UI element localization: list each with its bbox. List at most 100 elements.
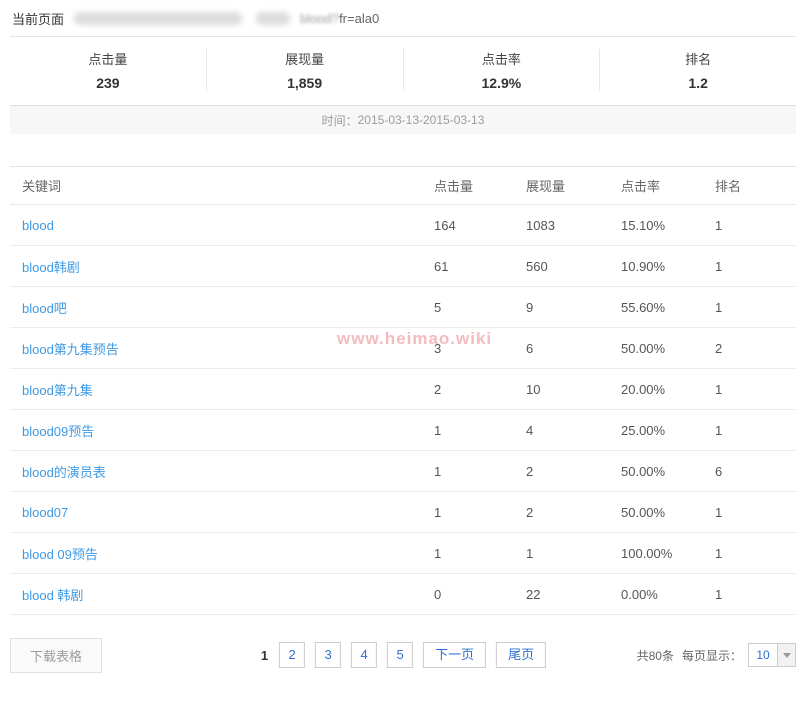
impressions-cell: 10	[526, 382, 621, 397]
stat-value: 1.2	[600, 75, 796, 91]
table-row: blood韩剧6156010.90%1	[10, 246, 796, 287]
time-value: 2015-03-13-2015-03-13	[358, 113, 485, 127]
table-row: blood第九集预告 3650.00%2	[10, 328, 796, 369]
summary-stats: 点击量 239 展现量 1,859 点击率 12.9% 排名 1.2	[10, 37, 796, 105]
table-header: 关键词 点击量 展现量 点击率 排名	[10, 166, 796, 205]
rank-cell: 1	[715, 218, 796, 233]
per-page-select[interactable]: 10	[748, 643, 796, 667]
pagination-last-button[interactable]: 尾页	[496, 642, 546, 668]
col-header-clicks: 点击量	[434, 176, 526, 195]
keyword-cell: blood韩剧	[22, 257, 434, 276]
table-row: blood 164108315.10%1	[10, 205, 796, 246]
stat-label: 排名	[600, 49, 796, 68]
impressions-cell: 4	[526, 423, 621, 438]
keyword-link[interactable]: blood第九集预告	[22, 342, 119, 357]
per-page-label: 每页显示：	[682, 647, 742, 664]
clicks-cell: 61	[434, 259, 526, 274]
clicks-cell: 0	[434, 587, 526, 602]
table-row: blood071250.00%1	[10, 492, 796, 533]
current-page-bar: 当前页面 blood? fr=ala0	[10, 0, 796, 37]
ctr-cell: 50.00%	[621, 341, 715, 356]
rank-cell: 6	[715, 464, 796, 479]
time-label: 时间：	[322, 112, 358, 129]
pagination-next-button[interactable]: 下一页	[423, 642, 486, 668]
impressions-cell: 2	[526, 505, 621, 520]
stat-label: 点击量	[10, 49, 206, 68]
table-row: blood 09预告11100.00%1	[10, 533, 796, 574]
stat-clicks: 点击量 239	[10, 49, 206, 91]
clicks-cell: 5	[434, 300, 526, 315]
rank-cell: 1	[715, 259, 796, 274]
chevron-down-icon	[783, 653, 791, 658]
url-blurred-text: blood?	[300, 11, 339, 26]
keyword-link[interactable]: blood 韩剧	[22, 588, 83, 603]
col-header-keyword: 关键词	[22, 176, 434, 195]
clicks-cell: 3	[434, 341, 526, 356]
impressions-cell: 2	[526, 464, 621, 479]
clicks-cell: 164	[434, 218, 526, 233]
keywords-table: 关键词 点击量 展现量 点击率 排名 blood164108315.10%1bl…	[10, 166, 796, 615]
ctr-cell: 0.00%	[621, 587, 715, 602]
clicks-cell: 2	[434, 382, 526, 397]
footer-bar: 下载表格 1 2345 下一页 尾页 共80条 每页显示： 10	[10, 635, 796, 675]
keyword-link[interactable]: blood第九集	[22, 383, 93, 398]
keyword-cell: blood第九集预告	[22, 339, 434, 358]
table-body: blood164108315.10%1blood韩剧6156010.90%1bl…	[10, 205, 796, 615]
keyword-link[interactable]: blood	[22, 218, 54, 233]
ctr-cell: 25.00%	[621, 423, 715, 438]
keyword-link[interactable]: blood韩剧	[22, 260, 80, 275]
ctr-cell: 15.10%	[621, 218, 715, 233]
table-row: blood第九集 21020.00%1	[10, 369, 796, 410]
pagination: 1 2345 下一页 尾页	[255, 642, 551, 668]
keyword-cell: blood07	[22, 505, 434, 520]
impressions-cell: 1	[526, 546, 621, 561]
keyword-link[interactable]: blood吧	[22, 301, 67, 316]
stat-value: 12.9%	[404, 75, 600, 91]
pagination-page-button[interactable]: 2	[279, 642, 305, 668]
ctr-cell: 55.60%	[621, 300, 715, 315]
table-row: blood 韩剧0220.00%1	[10, 574, 796, 615]
keyword-cell: blood 09预告	[22, 544, 434, 563]
redacted-url-block	[74, 12, 242, 25]
impressions-cell: 6	[526, 341, 621, 356]
clicks-cell: 1	[434, 464, 526, 479]
pagination-page-button[interactable]: 5	[387, 642, 413, 668]
table-row: blood吧 5955.60%1	[10, 287, 796, 328]
per-page-dropdown-button[interactable]	[777, 644, 795, 666]
pagination-page-button[interactable]: 4	[351, 642, 377, 668]
per-page-controls: 共80条 每页显示： 10	[637, 643, 796, 667]
keyword-link[interactable]: blood 09预告	[22, 547, 98, 562]
rank-cell: 1	[715, 587, 796, 602]
total-count-label: 共80条	[637, 647, 674, 664]
rank-cell: 1	[715, 505, 796, 520]
keyword-link[interactable]: blood的演员表	[22, 465, 106, 480]
stat-value: 1,859	[207, 75, 403, 91]
pagination-page-button[interactable]: 3	[315, 642, 341, 668]
stat-impressions: 展现量 1,859	[206, 49, 403, 91]
stat-label: 点击率	[404, 49, 600, 68]
page: 当前页面 blood? fr=ala0 点击量 239 展现量 1,859 点击…	[0, 0, 806, 701]
pagination-current-page: 1	[261, 648, 268, 663]
col-header-impressions: 展现量	[526, 176, 621, 195]
impressions-cell: 1083	[526, 218, 621, 233]
keyword-cell: blood吧	[22, 298, 434, 317]
keyword-cell: blood 韩剧	[22, 585, 434, 604]
rank-cell: 1	[715, 382, 796, 397]
keyword-cell: blood第九集	[22, 380, 434, 399]
rank-cell: 2	[715, 341, 796, 356]
keyword-link[interactable]: blood09预告	[22, 424, 94, 439]
clicks-cell: 1	[434, 505, 526, 520]
ctr-cell: 20.00%	[621, 382, 715, 397]
ctr-cell: 50.00%	[621, 505, 715, 520]
keyword-cell: blood	[22, 218, 434, 233]
rank-cell: 1	[715, 546, 796, 561]
clicks-cell: 1	[434, 423, 526, 438]
keyword-cell: blood09预告	[22, 421, 434, 440]
rank-cell: 1	[715, 300, 796, 315]
keyword-link[interactable]: blood07	[22, 505, 68, 520]
download-table-button[interactable]: 下载表格	[10, 638, 102, 673]
stat-label: 展现量	[207, 49, 403, 68]
rank-cell: 1	[715, 423, 796, 438]
ctr-cell: 50.00%	[621, 464, 715, 479]
impressions-cell: 9	[526, 300, 621, 315]
